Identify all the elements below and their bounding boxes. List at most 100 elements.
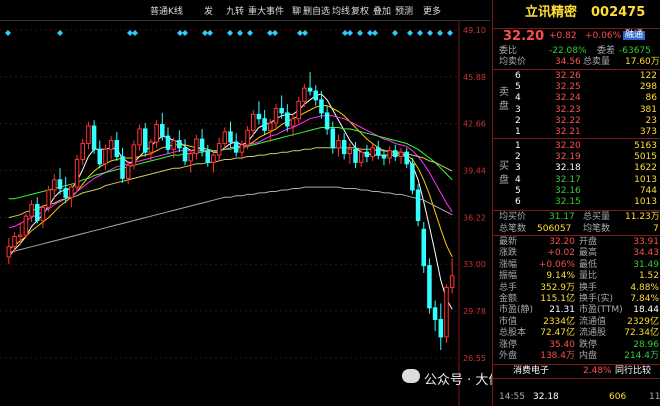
candle[interactable] [46, 185, 51, 212]
candle-body [108, 140, 114, 150]
stat-value: 2329亿 [627, 316, 659, 327]
candle[interactable] [23, 213, 29, 238]
weibi-label: 委比 [499, 46, 518, 56]
stat-value: 7.84% [630, 294, 659, 304]
trades-row: 总笔数 506057 均笔数 7 [493, 224, 660, 235]
sell-level[interactable]: 6 32.26 122 [493, 71, 660, 82]
stat-label: 内盘 [579, 351, 598, 361]
candle-body [376, 147, 381, 156]
candle[interactable] [444, 284, 449, 343]
candle-body [296, 100, 301, 120]
buy-level[interactable]: 4 32.17 1013 [493, 175, 660, 186]
toolbar-overlay[interactable]: 叠加 [373, 4, 391, 17]
stat-row: 总手 352.9万 换手 4.88% [493, 283, 660, 294]
peer-compare-link[interactable]: 同行比较 [615, 367, 651, 376]
avg-trade-label: 均笔数 [583, 224, 611, 234]
candle[interactable] [296, 96, 301, 124]
candle-body [29, 204, 34, 217]
stat-label: 最低 [579, 259, 598, 270]
tick-volume-2: 11 [649, 392, 660, 402]
sector-row: 消费电子 2.48% 同行比较 [493, 366, 660, 377]
candle-body [364, 151, 370, 158]
toolbar-more[interactable]: 更多 [423, 4, 441, 17]
quote-panel: 立讯精密 002475 32.20 +0.82 +0.06% 融通 委比 -22… [492, 0, 660, 406]
level-volume: 122 [639, 71, 657, 81]
candle-body [307, 87, 313, 92]
avg-sell-label: 均卖价 [499, 57, 527, 67]
candle[interactable] [427, 258, 432, 314]
toolbar-events[interactable]: 重大事件 [248, 4, 284, 17]
total-buy-value: 11.23万 [625, 212, 660, 222]
candle-body [239, 144, 245, 153]
stat-label: 流通值 [579, 316, 607, 327]
level-price: 32.20 [555, 141, 581, 151]
toolbar-forecast[interactable]: 预测 [395, 4, 413, 17]
candle-body [381, 154, 387, 159]
level-volume: 1013 [634, 197, 657, 207]
candle[interactable] [415, 184, 421, 227]
level-index: 2 [515, 152, 521, 163]
price-tick-label: 26.55 [463, 354, 486, 363]
candle-body [52, 179, 57, 191]
candle-body [279, 108, 284, 114]
candle-body [262, 118, 267, 131]
stat-label: 换手(实) [579, 294, 614, 304]
price-tick-label: 29.78 [463, 307, 486, 316]
sell-level[interactable]: 2 32.22 23 [493, 116, 660, 127]
candle[interactable] [410, 158, 415, 195]
sector-name[interactable]: 消费电子 [513, 367, 549, 376]
candle[interactable] [131, 140, 137, 170]
candle[interactable] [421, 222, 427, 273]
candle-body [273, 108, 279, 124]
toolbar-adjust[interactable]: 复权 [351, 4, 369, 17]
candle-body [421, 228, 427, 267]
avg-buy-label: 均买价 [499, 212, 527, 222]
level-price: 32.21 [555, 127, 581, 137]
sell-level[interactable]: 1 32.21 373 [493, 127, 660, 138]
stat-value: 31.49 [633, 259, 659, 270]
level-index: 4 [515, 93, 521, 104]
buy-level[interactable]: 2 32.19 5015 [493, 152, 660, 163]
stat-label: 市盈(TTM) [579, 305, 623, 316]
stat-row: 外盘 138.4万 内盘 214.4万 [493, 351, 660, 362]
candle-body [91, 125, 97, 150]
level-price: 32.19 [555, 152, 581, 163]
buy-level[interactable]: 6 32.15 1013 [493, 197, 660, 208]
buy-level[interactable]: 5 32.16 744 [493, 186, 660, 197]
candle-body [393, 150, 398, 158]
candle-body [86, 125, 91, 144]
kline-chart[interactable]: 49.10 45.88 42.66 39.44 36.22 33.00 29.78 26.55 [0, 0, 490, 406]
candle-body [404, 151, 409, 165]
toolbar-remove-fav[interactable]: 删自选 [303, 4, 330, 17]
candle-body [154, 124, 159, 143]
level-price: 32.22 [555, 115, 581, 126]
level-index: 1 [515, 141, 521, 151]
toolbar-jiuzhuan[interactable]: 九转 [226, 4, 244, 17]
candle-body [17, 234, 23, 238]
candle-body [330, 128, 336, 149]
stat-value: 1.52 [638, 271, 659, 282]
level-price: 32.15 [555, 197, 581, 207]
candle-body [40, 206, 46, 222]
candle-body [46, 189, 51, 208]
price-tick-label: 33.00 [463, 260, 486, 269]
toolbar-ma[interactable]: 均线 [332, 4, 350, 17]
candle-body [205, 150, 211, 163]
stat-label: 换手 [579, 282, 598, 293]
toolbar-chat[interactable]: 聊 [292, 4, 301, 17]
level-price: 32.17 [555, 174, 581, 185]
candle-body [415, 189, 421, 222]
sell-level[interactable]: 4 32.24 86 [493, 93, 660, 104]
buy-level[interactable]: 1 32.20 5163 [493, 141, 660, 152]
candle-body [444, 286, 449, 338]
tick-row: 14:55 32.18 606 11 [493, 392, 660, 403]
candle[interactable] [74, 155, 80, 192]
sell-level[interactable]: 5 32.25 298 [493, 82, 660, 93]
candle-body [268, 122, 273, 131]
toolbar-fa[interactable]: 发 [204, 4, 213, 17]
buy-level[interactable]: 3 32.18 1622 [493, 163, 660, 174]
stat-value: 32.20 [549, 237, 575, 247]
toolbar-kline-type[interactable]: 普通K线 [150, 4, 183, 17]
sell-level[interactable]: 3 32.23 381 [493, 105, 660, 116]
candle-body [432, 307, 438, 320]
